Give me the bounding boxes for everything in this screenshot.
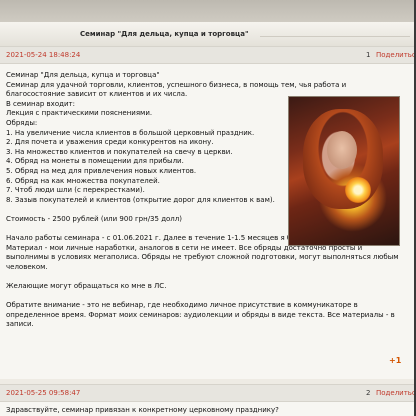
post-line: Здравствуйте, семинар привязан к конкрет… bbox=[6, 406, 279, 414]
post-date-link[interactable]: 2021-05-24 18:48:24 bbox=[6, 51, 80, 59]
topic-header: Семинар "Для дельца, купца и торговца" bbox=[0, 22, 416, 47]
post: 2021-05-24 18:48:24 1 Поделиться Семинар… bbox=[0, 46, 416, 379]
share-link[interactable]: Поделиться bbox=[376, 389, 416, 397]
post-line: Обратите внимание - это не вебинар, где … bbox=[6, 301, 358, 310]
post-line: Семинар "Для дельца, купца и торговца" bbox=[6, 71, 160, 79]
page: Семинар "Для дельца, купца и торговца" 2… bbox=[0, 0, 416, 416]
rating-plus-button[interactable]: +1 bbox=[389, 356, 401, 365]
post-number[interactable]: 2 bbox=[366, 389, 370, 397]
post-date-link[interactable]: 2021-05-25 09:58:47 bbox=[6, 389, 80, 397]
post-line: определенное время. Формат моих семинаро… bbox=[6, 310, 395, 319]
post-line: выполнимы в условиях мегаполиса. Обряды … bbox=[6, 253, 399, 262]
topic-title: Семинар "Для дельца, купца и торговца" bbox=[80, 30, 249, 38]
forum-column: Семинар "Для дельца, купца и торговца" 2… bbox=[0, 0, 416, 416]
post-line: Желающие могут обращаться ко мне в ЛС. bbox=[6, 282, 167, 291]
top-bar bbox=[0, 0, 416, 23]
post: 2021-05-25 09:58:47 2 Поделиться Здравст… bbox=[0, 384, 416, 416]
post-header: 2021-05-25 09:58:47 2 Поделиться bbox=[0, 384, 416, 402]
flame-shape bbox=[345, 177, 371, 203]
post-number[interactable]: 1 bbox=[366, 51, 370, 59]
woman-with-flame-image bbox=[288, 96, 400, 246]
face-shape bbox=[327, 131, 357, 169]
post-body: Здравствуйте, семинар привязан к конкрет… bbox=[6, 406, 410, 416]
post-line: Семинар для удачной торговли, клиентов, … bbox=[6, 80, 347, 89]
header-divider bbox=[260, 36, 410, 37]
post-line: человеком. bbox=[6, 262, 48, 271]
post-line: записи. bbox=[6, 320, 34, 329]
share-link[interactable]: Поделиться bbox=[376, 51, 416, 59]
post-header: 2021-05-24 18:48:24 1 Поделиться bbox=[0, 46, 416, 64]
